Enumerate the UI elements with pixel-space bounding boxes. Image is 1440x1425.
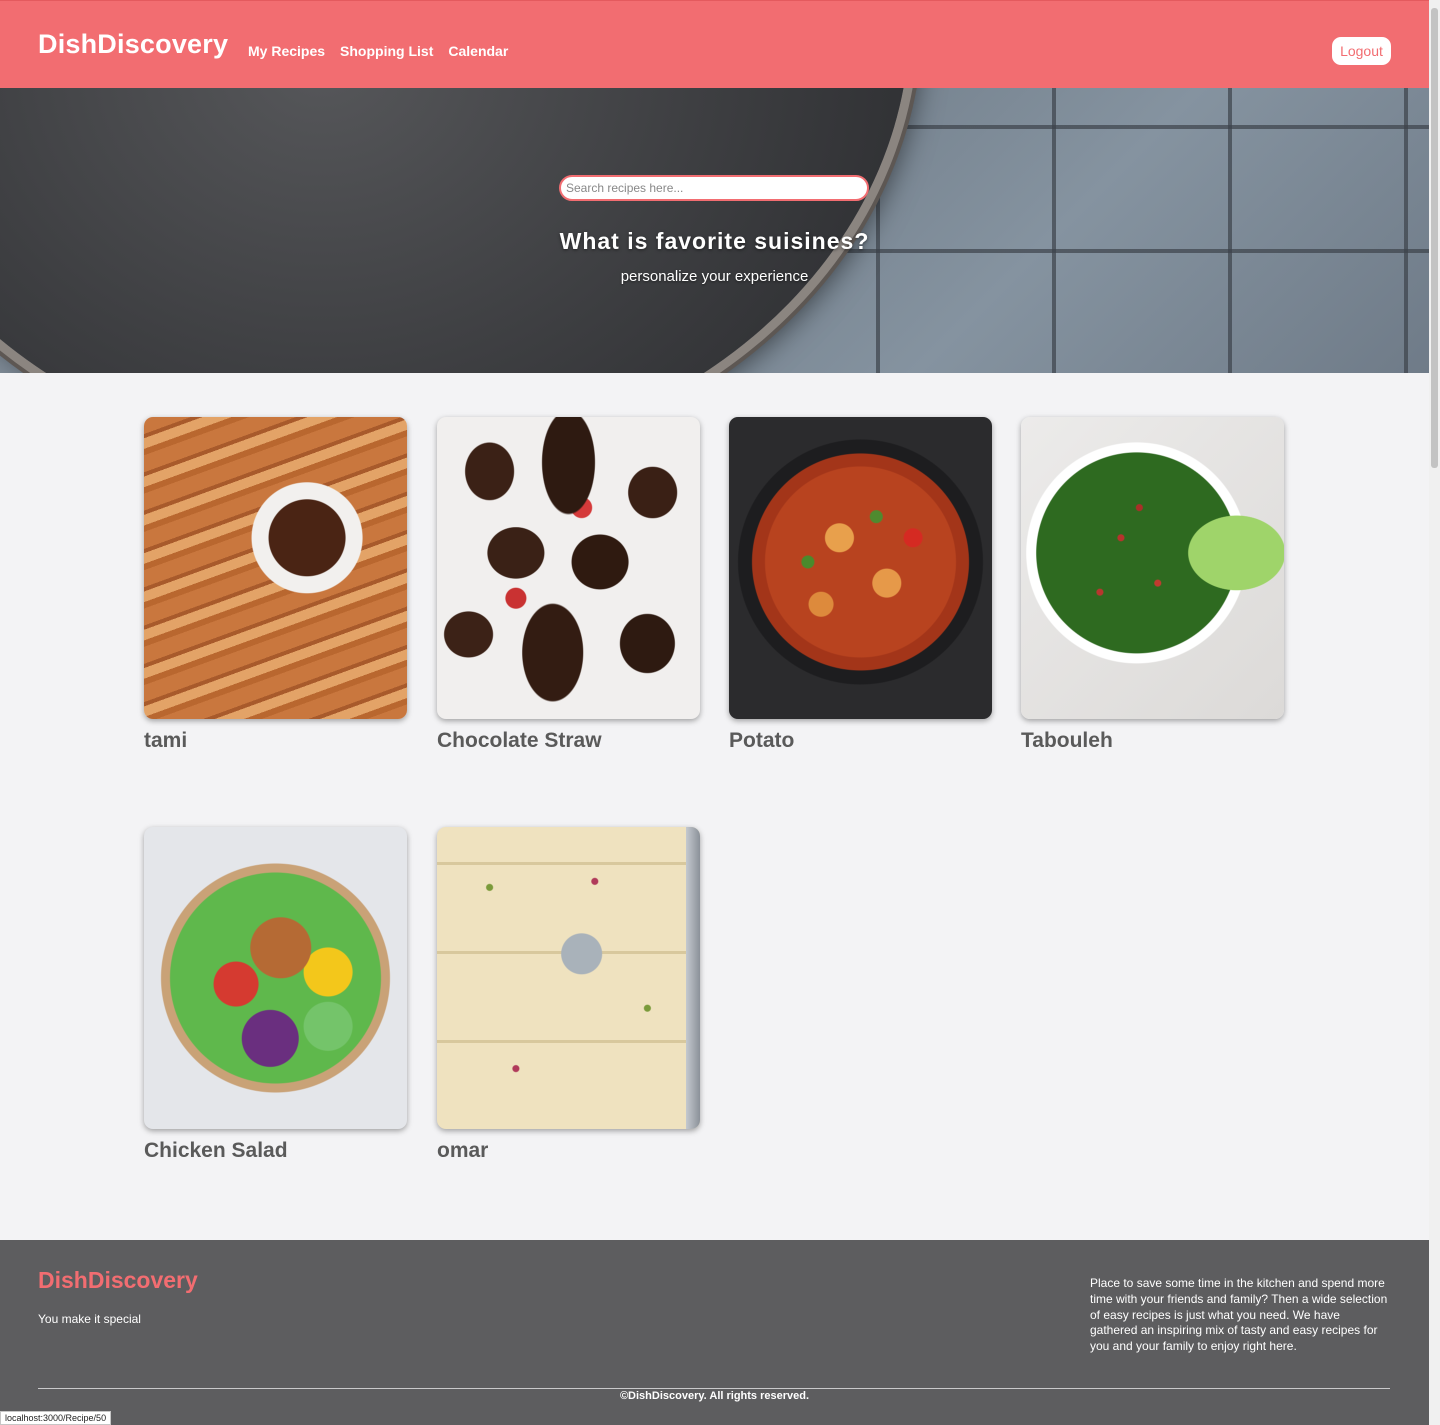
navbar: DishDiscovery My Recipes Shopping List C… [0,0,1429,88]
recipe-image[interactable] [144,417,407,719]
footer-brand: DishDiscovery [38,1267,198,1293]
nav-shopping-list[interactable]: Shopping List [340,43,433,59]
recipe-card[interactable]: tami [144,417,407,753]
footer-description: Place to save some time in the kitchen a… [1090,1276,1388,1354]
footer-copyright: ©DishDiscovery. All rights reserved. [619,1390,810,1402]
nav-calendar[interactable]: Calendar [448,43,508,59]
footer: DishDiscovery You make it special Place … [0,1240,1429,1425]
nav-links: My Recipes Shopping List Calendar [248,43,508,59]
scrollbar-thumb[interactable] [1431,8,1438,468]
recipe-title[interactable]: Chocolate Straw [437,729,700,753]
recipe-image[interactable] [729,417,992,719]
recipe-card[interactable]: Potato [729,417,992,753]
hero-subtitle: personalize your experience [620,268,809,285]
hero-title: What is favorite suisines? [559,228,870,254]
footer-divider [38,1388,1390,1389]
recipe-image[interactable] [437,417,700,719]
recipe-image[interactable] [1021,417,1284,719]
recipe-title[interactable]: Tabouleh [1021,729,1284,753]
nav-my-recipes[interactable]: My Recipes [248,43,325,59]
recipe-card[interactable]: Chocolate Straw [437,417,700,753]
status-bar-url: localhost:3000/Recipe/50 [0,1411,112,1425]
recipe-title[interactable]: Potato [729,729,992,753]
recipe-card[interactable]: omar [437,827,700,1163]
brand-logo[interactable]: DishDiscovery [38,29,228,60]
recipe-image[interactable] [437,827,700,1129]
footer-tagline: You make it special [38,1312,141,1326]
recipe-title[interactable]: tami [144,729,407,753]
recipe-card[interactable]: Tabouleh [1021,417,1284,753]
hero-banner: What is favorite suisines? personalize y… [0,88,1429,373]
recipe-image[interactable] [144,827,407,1129]
search-input[interactable] [559,175,869,201]
page: DishDiscovery My Recipes Shopping List C… [0,0,1429,1425]
recipe-title[interactable]: Chicken Salad [144,1139,407,1163]
scrollbar[interactable] [1429,0,1440,1425]
recipe-title[interactable]: omar [437,1139,700,1163]
logout-button[interactable]: Logout [1332,37,1391,65]
recipe-card[interactable]: Chicken Salad [144,827,407,1163]
